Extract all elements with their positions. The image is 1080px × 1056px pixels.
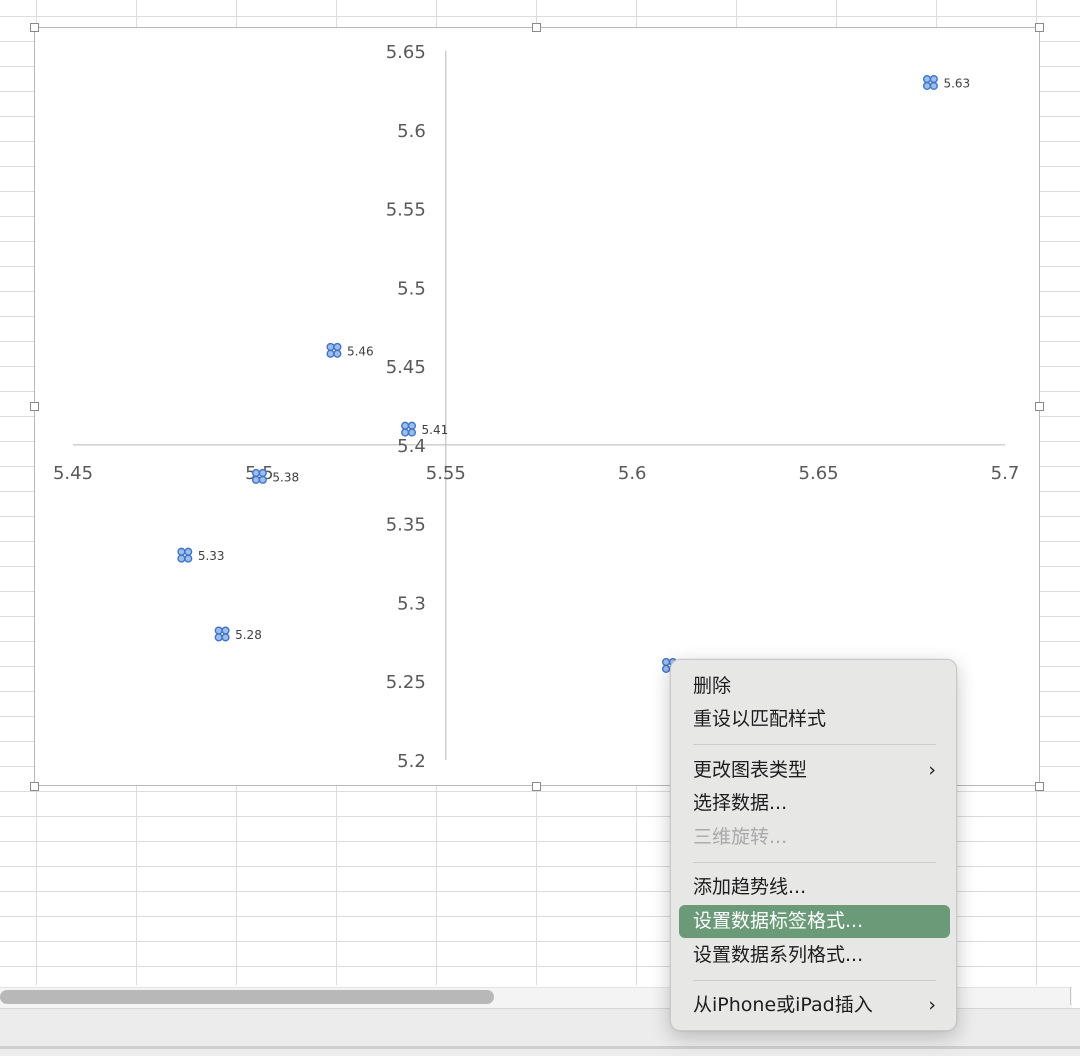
menu-item-delete[interactable]: 删除 bbox=[679, 670, 950, 703]
menu-item-label: 从iPhone或iPad插入 bbox=[693, 994, 873, 1016]
marker-lobe bbox=[221, 626, 230, 635]
resize-handle-right[interactable] bbox=[1035, 402, 1044, 411]
marker-lobe bbox=[401, 421, 410, 430]
menu-item-3d-rotation: 三维旋转... bbox=[679, 821, 950, 854]
context-menu: 删除 重设以匹配样式 更改图表类型 › 选择数据... 三维旋转... 添加趋势… bbox=[670, 659, 957, 1031]
menu-item-label: 添加趋势线... bbox=[693, 876, 807, 898]
submenu-chevron-icon: › bbox=[928, 759, 936, 781]
x-tick-label: 5.7 bbox=[991, 463, 1020, 484]
resize-handle-left[interactable] bbox=[30, 402, 39, 411]
menu-separator bbox=[693, 980, 936, 981]
menu-item-add-trendline[interactable]: 添加趋势线... bbox=[679, 871, 950, 904]
y-tick-label: 5.3 bbox=[397, 593, 426, 614]
marker-lobe bbox=[401, 428, 410, 437]
x-tick-label: 5.65 bbox=[799, 463, 839, 484]
marker-lobe bbox=[326, 342, 335, 352]
menu-item-change-chart-type[interactable]: 更改图表类型 › bbox=[679, 754, 950, 787]
x-tick-label: 5.45 bbox=[53, 463, 93, 484]
resize-handle-top[interactable] bbox=[532, 23, 541, 32]
scrollbar-end-divider bbox=[1070, 987, 1071, 1005]
y-tick-label: 5.2 bbox=[397, 751, 426, 772]
resize-handle-bottom-left[interactable] bbox=[30, 782, 39, 791]
horizontal-scrollbar-thumb[interactable] bbox=[0, 990, 494, 1004]
marker-lobe bbox=[177, 547, 186, 556]
marker-lobe bbox=[258, 468, 267, 478]
menu-item-label: 更改图表类型 bbox=[693, 759, 808, 781]
menu-item-insert-from-iphone-or-ipad[interactable]: 从iPhone或iPad插入 › bbox=[679, 989, 950, 1022]
marker-lobe bbox=[184, 547, 193, 556]
resize-handle-top-right[interactable] bbox=[1035, 23, 1044, 32]
marker-lobe bbox=[661, 657, 671, 667]
marker-lobe bbox=[221, 633, 230, 642]
marker-lobe bbox=[407, 428, 417, 437]
menu-item-label: 设置数据系列格式... bbox=[693, 944, 864, 966]
menu-item-format-data-labels[interactable]: 设置数据标签格式... bbox=[679, 905, 950, 938]
data-label: 5.46 bbox=[347, 344, 374, 358]
resize-handle-bottom-right[interactable] bbox=[1035, 782, 1044, 791]
marker-lobe bbox=[258, 475, 267, 484]
x-tick-label: 5.6 bbox=[618, 463, 647, 484]
marker-lobe bbox=[922, 75, 932, 84]
y-tick-label: 5.65 bbox=[386, 42, 426, 63]
marker-lobe bbox=[251, 475, 261, 484]
y-tick-label: 5.6 bbox=[397, 121, 426, 142]
y-tick-label: 5.35 bbox=[386, 515, 426, 536]
marker-lobe bbox=[929, 81, 938, 91]
menu-separator bbox=[693, 862, 936, 863]
marker-lobe bbox=[407, 421, 417, 430]
submenu-chevron-icon: › bbox=[928, 994, 936, 1016]
marker-lobe bbox=[251, 468, 261, 478]
marker-lobe bbox=[184, 554, 193, 563]
data-point[interactable] bbox=[922, 75, 938, 91]
menu-item-label: 设置数据标签格式... bbox=[693, 910, 864, 932]
menu-item-select-data[interactable]: 选择数据... bbox=[679, 787, 950, 820]
marker-lobe bbox=[661, 664, 671, 673]
menu-item-label: 三维旋转... bbox=[693, 826, 788, 848]
menu-item-reset-to-match-style[interactable]: 重设以匹配样式 bbox=[679, 703, 950, 736]
menu-item-label: 删除 bbox=[693, 675, 732, 697]
marker-lobe bbox=[929, 75, 938, 84]
menu-item-label: 重设以匹配样式 bbox=[693, 708, 827, 730]
marker-lobe bbox=[333, 349, 342, 358]
x-tick-label: 5.55 bbox=[426, 463, 466, 484]
y-tick-label: 5.4 bbox=[397, 436, 426, 457]
menu-item-label: 选择数据... bbox=[693, 792, 788, 814]
y-tick-label: 5.45 bbox=[386, 357, 426, 378]
data-label: 5.63 bbox=[943, 77, 970, 91]
data-point[interactable] bbox=[177, 547, 193, 563]
data-label: 5.41 bbox=[422, 423, 449, 437]
y-tick-label: 5.25 bbox=[386, 672, 426, 693]
resize-handle-bottom[interactable] bbox=[532, 782, 541, 791]
y-tick-label: 5.5 bbox=[397, 278, 426, 299]
marker-lobe bbox=[333, 342, 342, 352]
data-point[interactable] bbox=[214, 626, 230, 642]
data-label: 5.33 bbox=[198, 549, 225, 563]
data-label: 5.38 bbox=[272, 470, 299, 484]
marker-lobe bbox=[326, 349, 335, 358]
status-bar-edge bbox=[0, 1046, 1080, 1049]
y-tick-label: 5.55 bbox=[386, 200, 426, 221]
menu-separator bbox=[693, 744, 936, 745]
marker-lobe bbox=[177, 554, 186, 563]
menu-item-format-data-series[interactable]: 设置数据系列格式... bbox=[679, 939, 950, 972]
resize-handle-top-left[interactable] bbox=[30, 23, 39, 32]
marker-lobe bbox=[214, 633, 223, 642]
marker-lobe bbox=[922, 81, 932, 91]
data-label: 5.28 bbox=[235, 628, 262, 642]
data-point[interactable] bbox=[401, 421, 417, 437]
marker-lobe bbox=[214, 626, 223, 635]
data-point[interactable] bbox=[326, 342, 342, 358]
